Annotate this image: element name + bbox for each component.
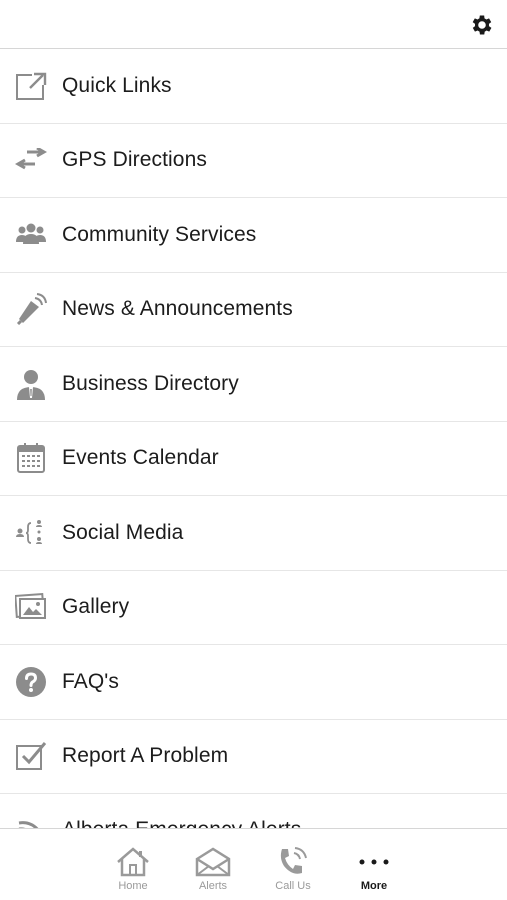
menu-item-social-media[interactable]: Social Media [0, 496, 507, 571]
arrows-exchange-icon [14, 143, 48, 177]
menu-item-label: Social Media [62, 520, 184, 544]
menu-item-label: Report A Problem [62, 744, 229, 768]
menu-list: Quick Links GPS Directions Community Ser… [0, 49, 507, 828]
tab-label: More [360, 880, 388, 892]
top-bar [0, 0, 507, 49]
menu-item-faqs[interactable]: FAQ's [0, 645, 507, 720]
menu-item-label: News & Announcements [62, 297, 293, 321]
broadcast-icon [14, 814, 48, 828]
tab-label: Alerts [198, 880, 228, 892]
question-circle-icon [14, 665, 48, 699]
external-link-icon [14, 69, 48, 103]
menu-item-label: GPS Directions [62, 148, 207, 172]
tab-bar: Home Alerts Call Us More [0, 828, 507, 900]
menu-item-label: Business Directory [62, 371, 239, 395]
home-icon [115, 845, 151, 879]
envelope-alert-icon [195, 845, 231, 879]
tab-label: Call Us [275, 880, 311, 892]
businessman-icon [14, 367, 48, 401]
menu-item-events-calendar[interactable]: Events Calendar [0, 422, 507, 496]
menu-item-gallery[interactable]: Gallery [0, 571, 507, 645]
menu-item-label: Alberta Emergency Alerts [62, 818, 301, 828]
megaphone-icon [14, 292, 48, 326]
menu-item-label: FAQ's [62, 669, 120, 693]
checkbox-icon [14, 739, 48, 773]
tab-home[interactable]: Home [93, 829, 173, 900]
menu-item-label: Community Services [62, 222, 257, 246]
menu-item-gps-directions[interactable]: GPS Directions [0, 124, 507, 198]
menu-item-label: Quick Links [62, 73, 172, 97]
gear-icon[interactable] [469, 12, 495, 38]
menu-item-label: Events Calendar [62, 446, 219, 470]
calendar-icon [14, 441, 48, 475]
menu-item-community-services[interactable]: Community Services [0, 198, 507, 273]
photo-gallery-icon [14, 590, 48, 624]
phone-icon [275, 845, 311, 879]
more-dots-icon [356, 845, 392, 879]
menu-item-quick-links[interactable]: Quick Links [0, 49, 507, 124]
tab-more[interactable]: More [334, 829, 414, 900]
menu-item-business-directory[interactable]: Business Directory [0, 347, 507, 422]
social-network-icon [14, 516, 48, 550]
tab-label: Home [118, 880, 148, 892]
menu-item-label: Gallery [62, 595, 130, 619]
menu-item-news[interactable]: News & Announcements [0, 273, 507, 347]
tab-alerts[interactable]: Alerts [173, 829, 253, 900]
tab-call-us[interactable]: Call Us [253, 829, 333, 900]
menu-item-alberta-emergency-alerts[interactable]: Alberta Emergency Alerts [0, 794, 507, 828]
menu-item-report-a-problem[interactable]: Report A Problem [0, 720, 507, 794]
people-group-icon [14, 218, 48, 252]
